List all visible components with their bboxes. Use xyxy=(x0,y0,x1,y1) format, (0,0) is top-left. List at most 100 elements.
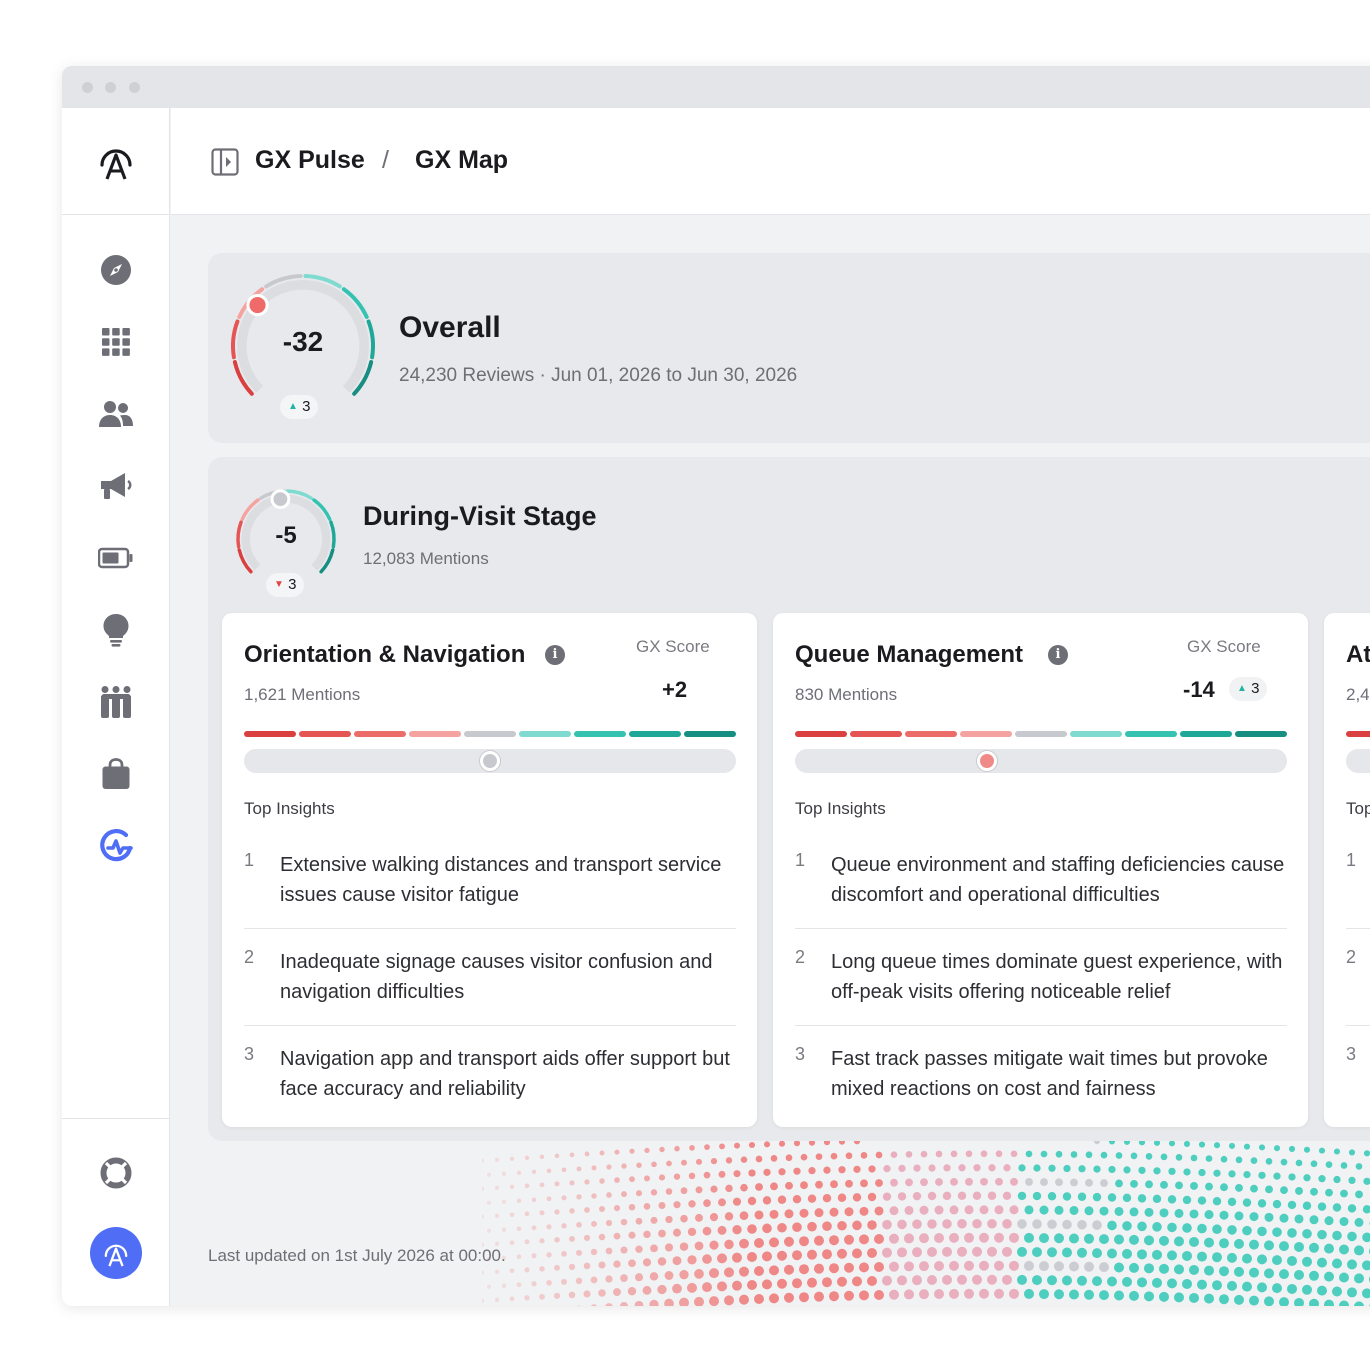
insight-number: 1 xyxy=(1346,850,1357,870)
decorative-dot xyxy=(561,1167,567,1173)
avatar[interactable] xyxy=(90,1227,142,1279)
score-delta-badge: ▲ 3 xyxy=(1229,677,1268,701)
lifebuoy-icon[interactable] xyxy=(96,1153,136,1193)
insight-text: Fast track passes mitigate wait times bu… xyxy=(831,1048,1268,1100)
window-dot[interactable] xyxy=(105,82,116,93)
decorative-dot xyxy=(875,1151,883,1159)
decorative-dot xyxy=(1332,1258,1342,1269)
decorative-dot xyxy=(859,1290,869,1301)
decorative-dot xyxy=(814,1208,824,1218)
decorative-dot xyxy=(1137,1277,1147,1288)
decorative-dot xyxy=(524,1295,530,1301)
shopping-bag-icon[interactable] xyxy=(96,754,136,794)
scale-segment xyxy=(850,731,902,737)
decorative-dot xyxy=(800,1181,808,1190)
decorative-dot xyxy=(1047,1275,1057,1286)
decorative-dot xyxy=(769,1237,779,1248)
app-logo[interactable] xyxy=(62,108,170,215)
score-scale-bar xyxy=(795,731,1287,737)
decorative-dot xyxy=(890,1151,898,1159)
decorative-dot xyxy=(912,1275,922,1286)
decorative-dot xyxy=(777,1250,787,1261)
decorative-dot xyxy=(732,1252,742,1263)
decorative-dot xyxy=(814,1263,824,1274)
decorative-dot xyxy=(1153,1167,1161,1175)
category-card[interactable]: Queue Management i GX Score 830 Mentions… xyxy=(773,613,1308,1127)
decorative-dot xyxy=(934,1261,944,1272)
decorative-dot xyxy=(912,1247,922,1258)
decorative-dot xyxy=(695,1213,703,1222)
decorative-dot xyxy=(1235,1183,1243,1192)
decorative-dot xyxy=(1084,1261,1094,1272)
decorative-dot xyxy=(569,1208,575,1214)
info-icon[interactable]: i xyxy=(545,645,565,665)
decorative-dot xyxy=(672,1283,682,1294)
decorative-dot xyxy=(568,1263,576,1271)
decorative-dot xyxy=(539,1293,545,1300)
overall-title: Overall xyxy=(399,311,501,344)
decorative-dot xyxy=(942,1274,952,1285)
decorative-dot xyxy=(1100,1151,1108,1159)
decorative-dot xyxy=(605,1303,613,1306)
decorative-dot xyxy=(1009,1205,1019,1215)
score-slider-knob[interactable] xyxy=(480,751,500,771)
decorative-dot xyxy=(889,1206,899,1216)
compass-icon[interactable] xyxy=(96,250,136,290)
decorative-dot xyxy=(694,1269,704,1279)
decorative-dot xyxy=(664,1298,674,1306)
decorative-dot xyxy=(1114,1290,1124,1301)
scale-segment xyxy=(629,731,681,737)
users-icon[interactable] xyxy=(96,394,136,434)
decorative-dot xyxy=(1137,1194,1147,1203)
decorative-dot xyxy=(769,1293,779,1304)
decorative-dot xyxy=(733,1170,741,1178)
megaphone-icon[interactable] xyxy=(96,466,136,506)
score-slider[interactable] xyxy=(1346,749,1370,773)
pulse-logo-icon[interactable] xyxy=(96,826,136,866)
decorative-dot xyxy=(1204,1237,1214,1248)
decorative-dot xyxy=(1212,1224,1222,1235)
decorative-dot xyxy=(569,1235,575,1242)
decorative-dot xyxy=(732,1197,742,1206)
decorative-dot xyxy=(628,1203,636,1211)
category-card[interactable]: At 2,4 Top 1 2 3 xyxy=(1324,613,1370,1127)
decorative-dot xyxy=(651,1161,657,1168)
gx-score-value: +2 xyxy=(662,677,688,702)
decorative-dot xyxy=(710,1157,718,1165)
family-icon[interactable] xyxy=(96,682,136,722)
decorative-dot xyxy=(957,1246,967,1257)
score-slider[interactable] xyxy=(795,749,1287,773)
decorative-dot xyxy=(920,1178,928,1187)
insight-number: 2 xyxy=(795,947,806,967)
decorative-dot xyxy=(1219,1238,1229,1249)
grid-icon[interactable] xyxy=(96,322,136,362)
decorative-dot xyxy=(1024,1205,1034,1215)
decorative-dot xyxy=(1182,1223,1192,1233)
decorative-dot xyxy=(576,1194,582,1200)
category-card[interactable]: Orientation & Navigation i GX Score 1,62… xyxy=(222,613,757,1127)
decorative-dot xyxy=(837,1193,847,1202)
decorative-dot xyxy=(709,1213,719,1222)
sidebar-toggle-icon[interactable] xyxy=(211,148,239,181)
decorative-dot xyxy=(598,1261,606,1269)
window-dot[interactable] xyxy=(82,82,93,93)
decorative-dot xyxy=(979,1232,989,1243)
sidebar xyxy=(62,108,170,1306)
decorative-dot xyxy=(882,1219,892,1230)
breadcrumb-app[interactable]: GX Pulse xyxy=(255,146,365,175)
info-icon[interactable]: i xyxy=(1048,645,1068,665)
score-slider[interactable] xyxy=(244,749,736,773)
lightbulb-icon[interactable] xyxy=(96,610,136,650)
top-insights-label: Top Insights xyxy=(244,799,335,818)
score-slider-knob[interactable] xyxy=(976,751,997,771)
insight-text: Long queue times dominate guest experien… xyxy=(831,951,1283,1003)
scale-segment xyxy=(960,731,1012,737)
battery-icon[interactable] xyxy=(96,538,136,578)
decorative-dot xyxy=(792,1194,802,1204)
decorative-dot xyxy=(732,1225,742,1235)
decorative-dot xyxy=(882,1192,892,1201)
window-dot[interactable] xyxy=(129,82,140,93)
decorative-dot xyxy=(1310,1160,1318,1168)
decorative-dot xyxy=(1115,1152,1123,1159)
decorative-dot xyxy=(734,1142,740,1149)
